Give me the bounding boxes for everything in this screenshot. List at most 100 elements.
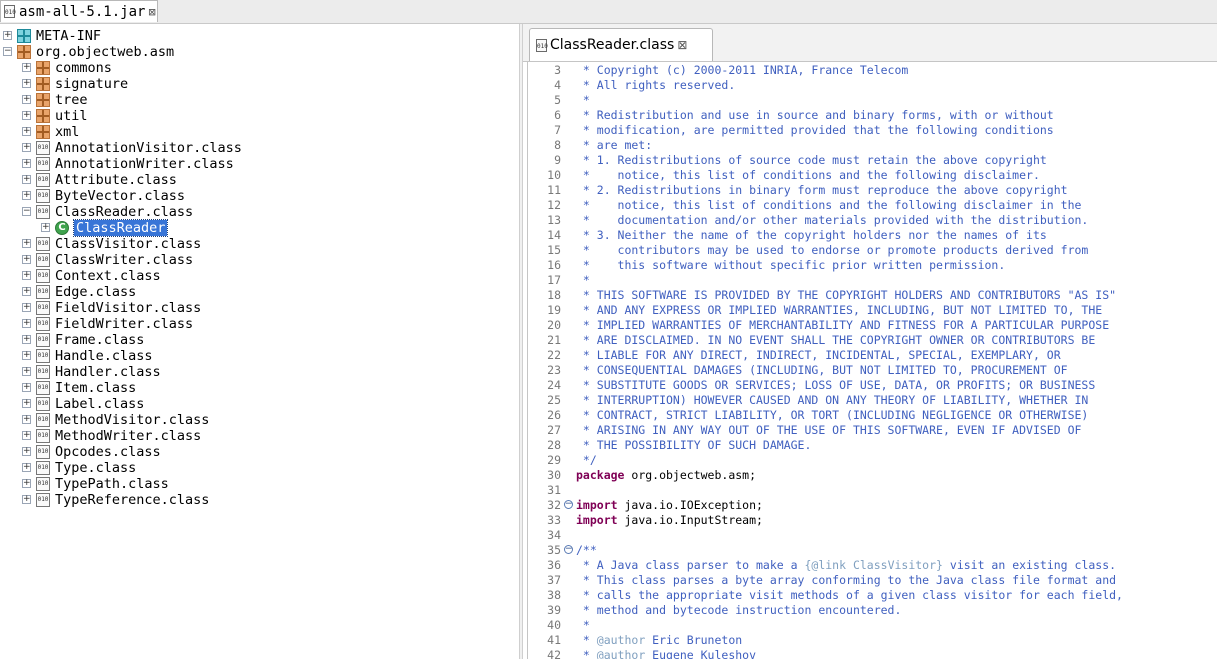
code-text: import java.io.InputStream;: [576, 513, 763, 528]
expand-icon[interactable]: +: [22, 127, 31, 136]
tree-item[interactable]: + tree: [0, 92, 519, 108]
expand-icon[interactable]: +: [22, 271, 31, 280]
tree-item[interactable]: +010 Edge.class: [0, 284, 519, 300]
tab-classreader-class[interactable]: 010 ClassReader.class ⊠: [529, 28, 713, 61]
expand-icon[interactable]: +: [22, 79, 31, 88]
expand-icon[interactable]: +: [22, 95, 31, 104]
collapse-icon[interactable]: −: [22, 207, 31, 216]
line-number: 10: [547, 168, 561, 182]
line-number: 14: [547, 228, 561, 242]
expand-icon[interactable]: +: [22, 143, 31, 152]
expand-icon[interactable]: +: [41, 223, 50, 232]
tree-item[interactable]: +010 MethodWriter.class: [0, 428, 519, 444]
tree-item[interactable]: + signature: [0, 76, 519, 92]
expand-icon[interactable]: +: [22, 335, 31, 344]
comment: * documentation and/or other materials p…: [576, 213, 1089, 227]
tree-item[interactable]: +010 Handle.class: [0, 348, 519, 364]
tree-item[interactable]: +010 TypeReference.class: [0, 492, 519, 508]
code-line: 14 * 3. Neither the name of the copyrigh…: [528, 228, 1217, 243]
expand-icon[interactable]: +: [22, 239, 31, 248]
expand-icon[interactable]: +: [22, 287, 31, 296]
tree-item[interactable]: +010 ClassVisitor.class: [0, 236, 519, 252]
line-number: 32: [547, 498, 561, 512]
tree-item-label: Type.class: [55, 460, 137, 476]
close-icon[interactable]: ⊠: [148, 5, 155, 19]
tree-item[interactable]: +010 Context.class: [0, 268, 519, 284]
line-number: 31: [547, 483, 561, 497]
close-icon[interactable]: ⊠: [677, 38, 687, 52]
expand-icon[interactable]: +: [22, 463, 31, 472]
comment: *: [576, 273, 590, 287]
comment: * calls the appropriate visit methods of…: [576, 588, 1123, 602]
tree-item[interactable]: +010 Type.class: [0, 460, 519, 476]
line-number: 15: [547, 243, 561, 257]
tree-item[interactable]: + xml: [0, 124, 519, 140]
expand-icon[interactable]: +: [22, 383, 31, 392]
tree-item[interactable]: +010 TypePath.class: [0, 476, 519, 492]
code-text: * calls the appropriate visit methods of…: [576, 588, 1123, 603]
class-icon: C: [55, 221, 69, 235]
class-file-icon: 010: [36, 477, 50, 491]
tree-item[interactable]: + util: [0, 108, 519, 124]
expand-icon[interactable]: +: [22, 111, 31, 120]
tree-item[interactable]: +010 AnnotationVisitor.class: [0, 140, 519, 156]
tree-item[interactable]: +010 FieldWriter.class: [0, 316, 519, 332]
tree-item[interactable]: +010 FieldVisitor.class: [0, 300, 519, 316]
collapse-icon[interactable]: −: [3, 47, 12, 56]
tree-item[interactable]: +010 ClassWriter.class: [0, 252, 519, 268]
fold-toggle-icon[interactable]: −: [564, 545, 573, 554]
expand-icon[interactable]: +: [22, 191, 31, 200]
line-number: 20: [547, 318, 561, 332]
tree-item[interactable]: +010 AnnotationWriter.class: [0, 156, 519, 172]
expand-icon[interactable]: +: [22, 431, 31, 440]
expand-icon[interactable]: +: [22, 255, 31, 264]
code-line: 34: [528, 528, 1217, 543]
tree-item[interactable]: +010 Frame.class: [0, 332, 519, 348]
expand-icon[interactable]: +: [22, 319, 31, 328]
expand-icon[interactable]: +: [22, 63, 31, 72]
expand-icon[interactable]: +: [22, 447, 31, 456]
expand-icon[interactable]: +: [22, 367, 31, 376]
expand-icon[interactable]: +: [22, 415, 31, 424]
code-view[interactable]: 3 * Copyright (c) 2000-2011 INRIA, Franc…: [527, 61, 1217, 659]
tree-item[interactable]: +010 MethodVisitor.class: [0, 412, 519, 428]
comment: * 2. Redistributions in binary form must…: [576, 183, 1068, 197]
tree-item-label: AnnotationVisitor.class: [55, 140, 242, 156]
tree-item[interactable]: +010 Opcodes.class: [0, 444, 519, 460]
expand-icon[interactable]: +: [3, 31, 12, 40]
tree-item[interactable]: +010 Handler.class: [0, 364, 519, 380]
tree-item[interactable]: +010 ByteVector.class: [0, 188, 519, 204]
expand-icon[interactable]: +: [22, 495, 31, 504]
comment: visit an existing class.: [942, 558, 1117, 572]
expand-icon[interactable]: +: [22, 175, 31, 184]
expand-icon[interactable]: +: [22, 399, 31, 408]
tree-item[interactable]: + commons: [0, 60, 519, 76]
tree-item[interactable]: +010 Attribute.class: [0, 172, 519, 188]
code-line: 31: [528, 483, 1217, 498]
expand-icon[interactable]: +: [22, 479, 31, 488]
comment: * are met:: [576, 138, 653, 152]
tree-item-label: util: [55, 108, 88, 124]
class-file-icon: 010: [36, 269, 50, 283]
code-text: import java.io.IOException;: [576, 498, 763, 513]
line-number: 39: [547, 603, 561, 617]
tree-item[interactable]: + META-INF: [0, 28, 519, 44]
expand-icon[interactable]: +: [22, 159, 31, 168]
tree-item[interactable]: +010 Item.class: [0, 380, 519, 396]
fold-toggle-icon[interactable]: −: [564, 500, 573, 509]
tree-item-label: ClassReader: [72, 219, 169, 237]
code-text: * LIABLE FOR ANY DIRECT, INDIRECT, INCID…: [576, 348, 1061, 363]
expand-icon[interactable]: +: [22, 303, 31, 312]
tree-item[interactable]: − org.objectweb.asm: [0, 44, 519, 60]
line-number: 16: [547, 258, 561, 272]
code-text: package org.objectweb.asm;: [576, 468, 756, 483]
line-number: 42: [547, 648, 561, 659]
code-line: 18 * THIS SOFTWARE IS PROVIDED BY THE CO…: [528, 288, 1217, 303]
comment: * Copyright (c) 2000-2011 INRIA, France …: [576, 63, 909, 77]
tree-item[interactable]: −010 ClassReader.class: [0, 204, 519, 220]
expand-icon[interactable]: +: [22, 351, 31, 360]
tree-item[interactable]: +010 Label.class: [0, 396, 519, 412]
tab-jar-file[interactable]: 010 asm-all-5.1.jar ⊠: [0, 0, 158, 22]
tree-item-label: MethodWriter.class: [55, 428, 202, 444]
tree-item-selected[interactable]: + C ClassReader: [0, 219, 519, 237]
